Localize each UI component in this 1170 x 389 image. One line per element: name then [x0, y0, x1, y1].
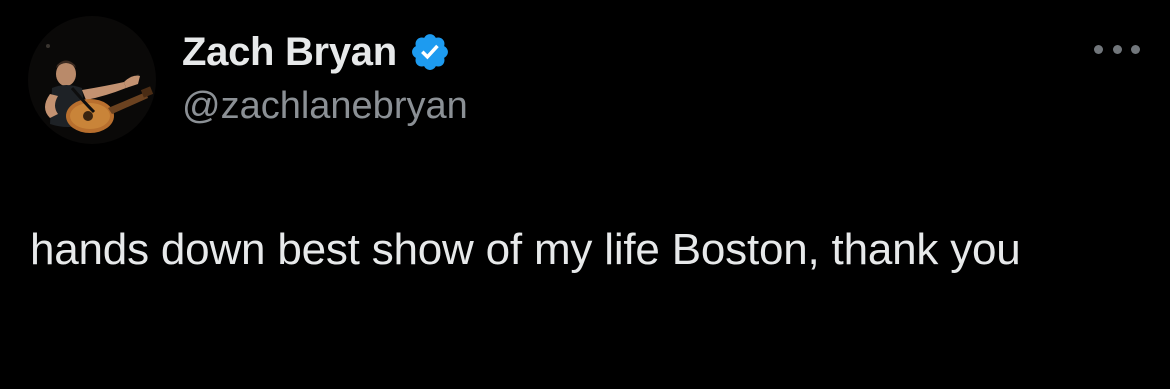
tweet-card[interactable]: Zach Bryan @zachlanebryan hands down bes…	[0, 0, 1170, 389]
author-display-name[interactable]: Zach Bryan	[182, 30, 397, 75]
verified-badge-icon[interactable]	[409, 31, 451, 73]
author-avatar[interactable]	[28, 16, 156, 144]
author-name-row[interactable]: Zach Bryan	[182, 22, 451, 82]
more-horizontal-icon-dot	[1112, 44, 1122, 54]
tweet-text: hands down best show of my life Boston, …	[30, 225, 1021, 274]
avatar-photo-guitarist-icon	[28, 16, 156, 144]
more-horizontal-icon-dot	[1131, 44, 1140, 54]
more-horizontal-icon	[1094, 44, 1103, 54]
author-handle[interactable]: @zachlanebryan	[182, 80, 468, 132]
more-options-button[interactable]	[1094, 36, 1140, 62]
